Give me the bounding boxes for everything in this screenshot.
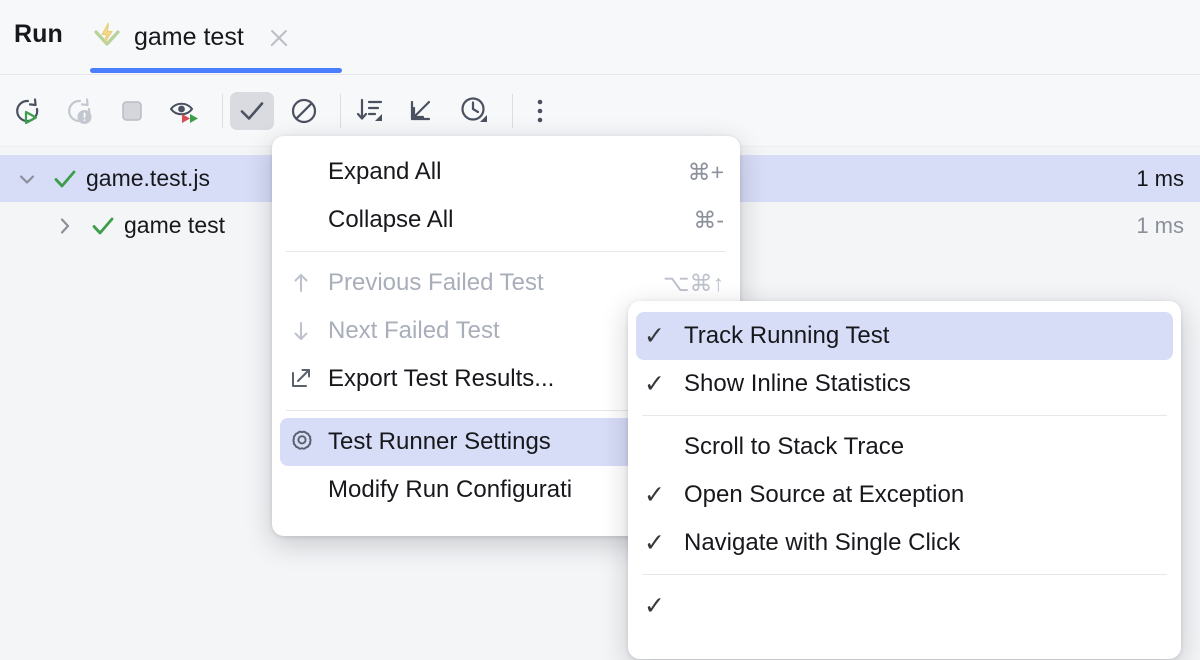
menu-item-shortcut: ⌘- xyxy=(693,207,724,234)
tool-window-header: Run game test xyxy=(0,0,1200,75)
passed-check-icon xyxy=(52,166,78,192)
test-tree-row-label: game.test.js xyxy=(86,165,210,192)
chevron-right-icon[interactable] xyxy=(52,213,78,239)
submenu-item-label: Navigate with Single Click xyxy=(684,529,1165,557)
sort-alphabetically-icon[interactable] xyxy=(348,92,392,130)
toggle-auto-test-icon[interactable] xyxy=(162,92,206,130)
tab-game-test[interactable]: game test xyxy=(90,0,292,75)
run-tool-window: Run game test xyxy=(0,0,1200,660)
submenu-divider xyxy=(642,415,1167,416)
no-icon xyxy=(288,475,322,505)
test-duration: 1 ms xyxy=(1136,166,1184,192)
close-icon[interactable] xyxy=(266,25,292,51)
test-duration: 1 ms xyxy=(1136,213,1184,239)
submenu-item-open-source-at-exception[interactable]: ✓ Open Source at Exception xyxy=(636,471,1173,519)
submenu-item-label: Show Inline Statistics xyxy=(684,370,1165,398)
show-passed-icon[interactable] xyxy=(230,92,274,130)
checkmark-icon: ✓ xyxy=(644,528,678,558)
submenu-item-track-running-test[interactable]: ✓ Track Running Test xyxy=(636,312,1173,360)
jest-test-icon xyxy=(90,19,124,53)
rerun-failed-tests-icon[interactable] xyxy=(58,92,102,130)
checkmark-icon: ✓ xyxy=(644,480,678,510)
test-history-icon[interactable] xyxy=(452,92,496,130)
tab-label: game test xyxy=(134,23,244,52)
submenu-item-scroll-to-stack-trace[interactable]: Scroll to Stack Trace xyxy=(636,423,1173,471)
test-tree-row-label: game test xyxy=(124,212,225,239)
passed-check-icon xyxy=(90,213,116,239)
more-options-icon[interactable] xyxy=(518,92,562,130)
checkmark-icon: ✓ xyxy=(644,321,678,351)
submenu-item-label: Scroll to Stack Trace xyxy=(684,433,1165,461)
toolbar-divider xyxy=(222,94,223,128)
menu-item-label: Collapse All xyxy=(328,206,669,234)
menu-item-previous-failed-test: Previous Failed Test ⌥⌘↑ xyxy=(280,259,732,307)
checkmark-icon: ✓ xyxy=(644,369,678,399)
submenu-item-label: Track Running Test xyxy=(684,322,1165,350)
toolbar-divider-2 xyxy=(340,94,341,128)
submenu-item-label: Open Source at Exception xyxy=(684,481,1165,509)
stop-icon[interactable] xyxy=(110,92,154,130)
tool-window-title: Run xyxy=(14,20,63,49)
no-checkmark-icon xyxy=(644,432,678,462)
rerun-tests-icon[interactable] xyxy=(6,92,50,130)
gear-icon xyxy=(288,427,322,457)
submenu-item-navigate-with-single-click[interactable]: ✓ Navigate with Single Click xyxy=(636,519,1173,567)
menu-item-label: Expand All xyxy=(328,158,664,186)
toolbar-divider-3 xyxy=(512,94,513,128)
menu-item-collapse-all[interactable]: Collapse All ⌘- xyxy=(280,196,732,244)
submenu-item-select-first-failed-test-when-finished[interactable]: ✓ xyxy=(636,582,1173,630)
menu-item-shortcut: ⌥⌘↑ xyxy=(663,270,724,297)
tab-active-indicator xyxy=(90,68,342,73)
show-ignored-icon[interactable] xyxy=(282,92,326,130)
menu-item-label: Previous Failed Test xyxy=(328,269,639,297)
expand-collapse-icon[interactable] xyxy=(400,92,444,130)
test-runner-settings-submenu: ✓ Track Running Test ✓ Show Inline Stati… xyxy=(628,301,1181,659)
no-icon xyxy=(288,157,322,187)
menu-item-expand-all[interactable]: Expand All ⌘+ xyxy=(280,148,732,196)
arrow-up-icon xyxy=(288,268,322,298)
no-icon xyxy=(288,205,322,235)
submenu-divider xyxy=(642,574,1167,575)
arrow-down-icon xyxy=(288,316,322,346)
checkmark-icon: ✓ xyxy=(644,591,678,621)
menu-divider xyxy=(286,251,726,252)
chevron-down-icon[interactable] xyxy=(14,166,40,192)
submenu-item-show-inline-statistics[interactable]: ✓ Show Inline Statistics xyxy=(636,360,1173,408)
menu-item-shortcut: ⌘+ xyxy=(688,159,724,186)
export-icon xyxy=(288,364,322,394)
